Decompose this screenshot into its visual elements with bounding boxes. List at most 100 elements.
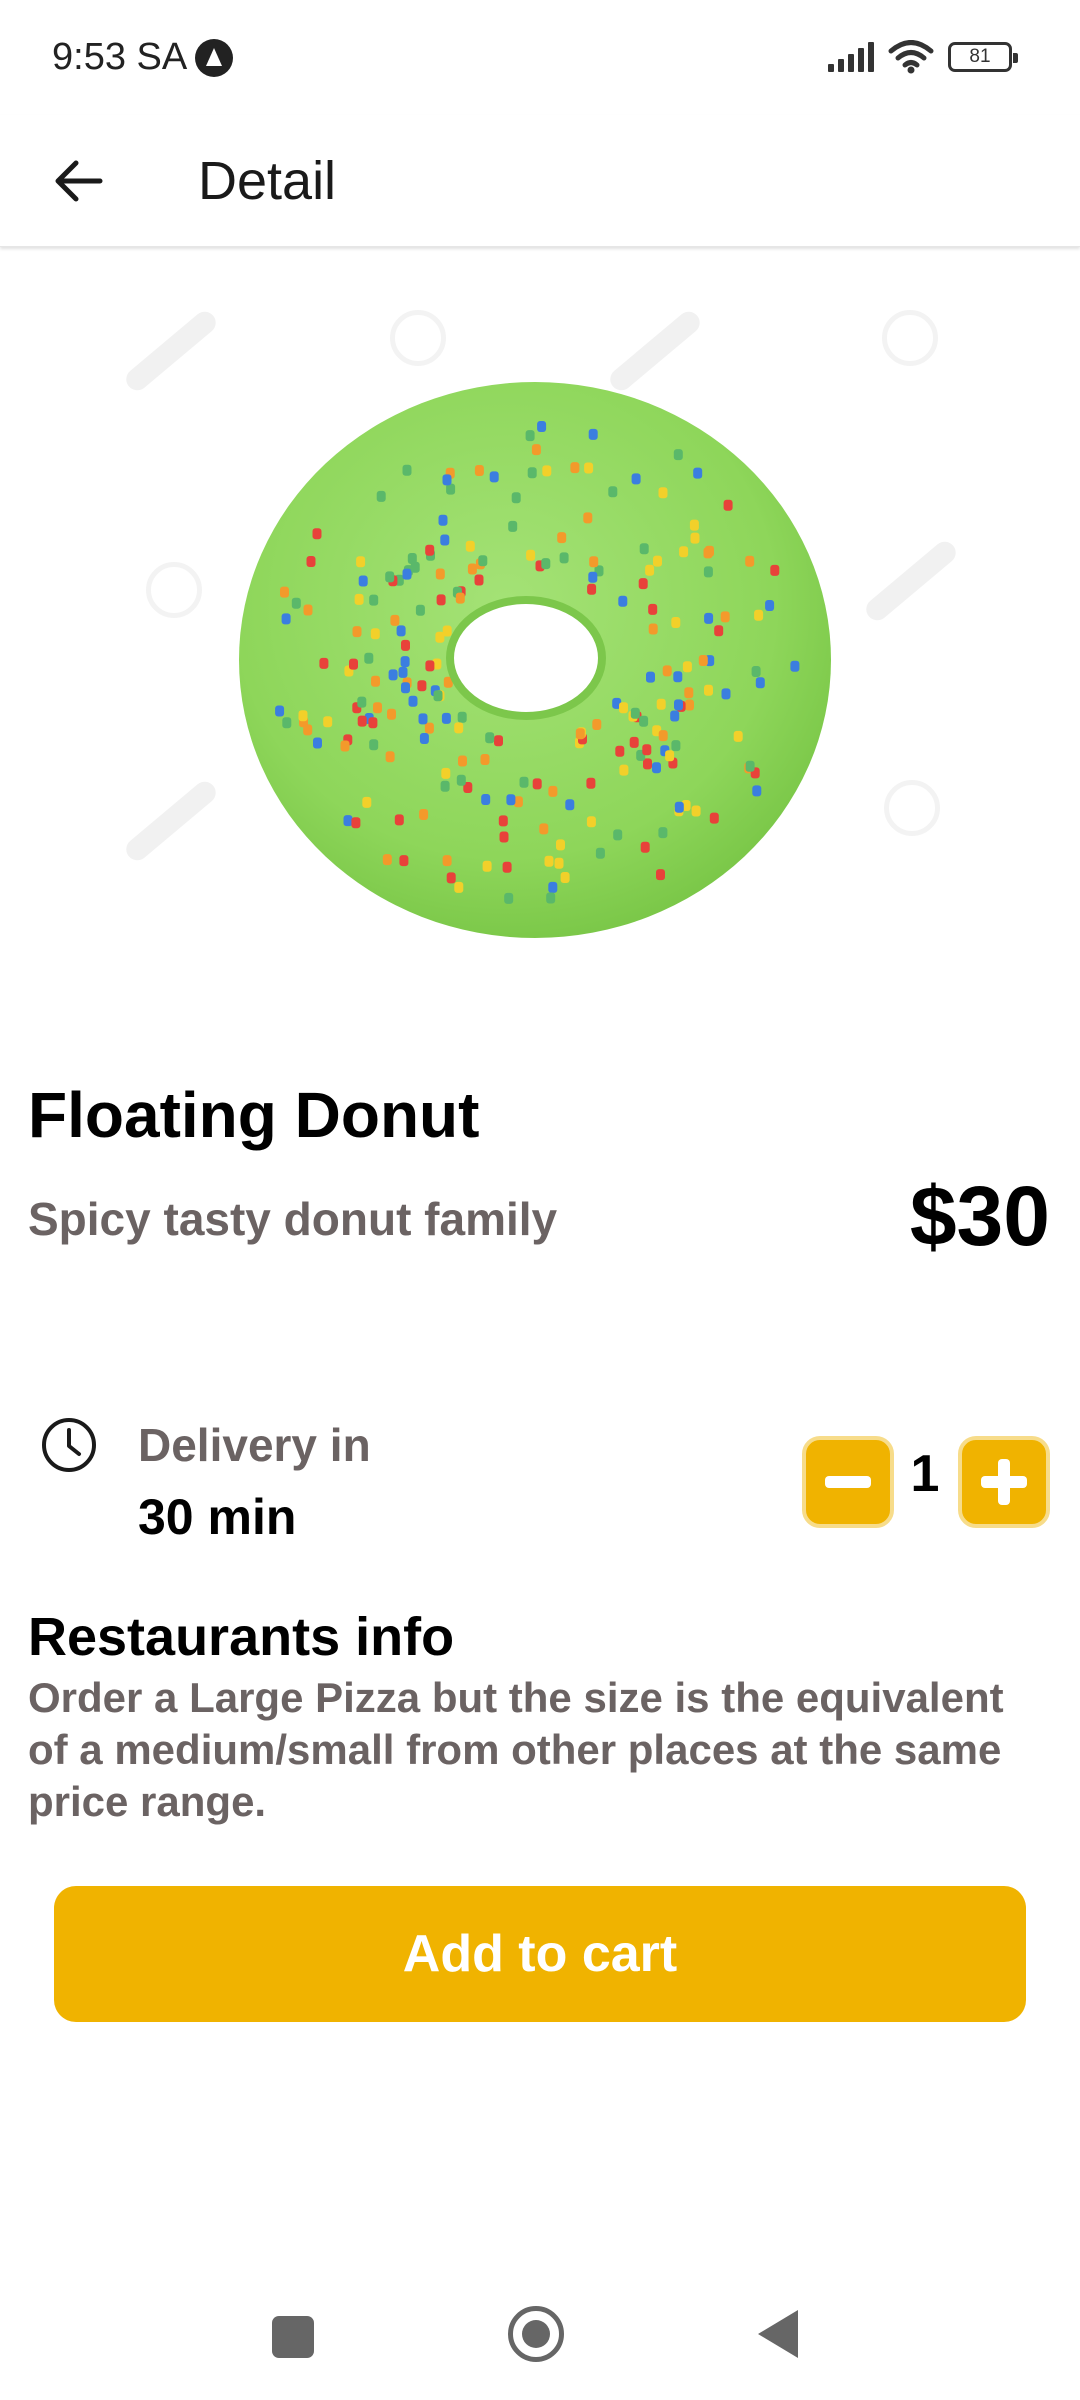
donut-sprinkle	[480, 754, 490, 765]
donut-sprinkle	[684, 687, 694, 699]
donut-sprinkle	[631, 473, 641, 485]
arrow-left-icon	[55, 160, 103, 202]
donut-sprinkle	[370, 628, 380, 640]
donut-sprinkle	[424, 722, 434, 734]
donut-sprinkle	[440, 780, 450, 792]
donut-sprinkle	[673, 671, 683, 683]
donut-sprinkle	[502, 861, 512, 873]
donut-sprinkle	[402, 568, 412, 580]
product-name: Floating Donut	[28, 1079, 480, 1151]
back-triangle-icon[interactable]	[758, 2310, 798, 2358]
donut-sprinkle	[613, 829, 623, 841]
battery-icon: 81	[948, 42, 1018, 72]
donut-sprinkle	[629, 736, 639, 748]
donut-sprinkle	[368, 717, 378, 729]
status-time: 9:53 SA	[52, 36, 234, 79]
donut-sprinkle	[489, 471, 499, 483]
donut-sprinkle	[407, 553, 417, 564]
donut-sprinkle	[670, 710, 680, 722]
donut-sprinkle	[369, 594, 379, 606]
donut-sprinkle	[709, 812, 719, 824]
donut-sprinkle	[354, 593, 364, 605]
donut-sprinkle	[382, 854, 392, 866]
donut-sprinkle	[674, 699, 683, 711]
donut-sprinkle	[371, 675, 380, 687]
donut-sprinkle	[357, 715, 367, 727]
minus-icon	[825, 1476, 871, 1488]
donut-sprinkle	[537, 421, 547, 432]
donut-sprinkle	[298, 710, 308, 722]
donut-sprinkle	[485, 732, 495, 744]
donut-sprinkle	[358, 575, 368, 587]
donut-sprinkle	[542, 465, 552, 477]
status-bar: 9:53 SA 81	[0, 0, 1080, 115]
back-button[interactable]	[40, 143, 116, 219]
home-icon[interactable]	[508, 2306, 564, 2362]
donut-sprinkle	[319, 657, 329, 669]
donut-sprinkle	[454, 881, 464, 893]
donut-sprinkle	[745, 760, 755, 772]
donut-sprinkle	[364, 652, 374, 664]
donut-sprinkle	[615, 745, 625, 757]
donut-sprinkle	[755, 677, 765, 689]
donut-sprinkle	[435, 568, 445, 580]
donut-sprinkle	[673, 449, 683, 461]
donut-sprinkle	[526, 549, 536, 561]
donut-sprinkle	[532, 778, 542, 790]
donut-sprinkle	[583, 512, 593, 524]
donut-sprinkle	[442, 474, 452, 486]
add-to-cart-button[interactable]: Add to cart	[54, 1886, 1026, 2022]
donut-sprinkle	[560, 872, 570, 883]
donut-sprinkle	[373, 702, 382, 714]
donut-sprinkle	[557, 532, 567, 544]
donut-sprinkle	[425, 660, 435, 672]
donut-sprinkle	[790, 660, 800, 672]
app-notification-icon	[195, 38, 234, 77]
donut-sprinkle	[630, 707, 640, 719]
recent-apps-icon[interactable]	[272, 2316, 314, 2358]
donut-sprinkle	[587, 583, 597, 595]
add-to-cart-label: Add to cart	[402, 1925, 678, 1983]
donut-sprinkle	[499, 831, 509, 843]
donut-sprinkle	[419, 733, 429, 744]
donut-sprinkle	[690, 532, 700, 544]
donut-sprinkle	[656, 869, 665, 881]
donut-sprinkle	[352, 626, 362, 638]
donut-sprinkle	[385, 751, 395, 763]
donut-sprinkle	[652, 762, 661, 774]
donut-sprinkle	[723, 499, 733, 511]
donut-sprinkle	[415, 604, 425, 616]
donut-sprinkle	[474, 574, 484, 586]
donut-sprinkle	[665, 750, 675, 762]
donut-sprinkle	[303, 604, 313, 616]
donut-sprinkle	[456, 774, 466, 786]
donut-sprinkle	[671, 617, 681, 628]
donut-sprinkle	[398, 666, 408, 678]
donut-sprinkle	[438, 514, 448, 526]
donut-sprinkle	[714, 625, 724, 637]
decrement-button[interactable]	[802, 1436, 894, 1528]
donut-sprinkle	[454, 722, 464, 734]
donut-sprinkle	[511, 492, 521, 504]
donut-sprinkle	[658, 487, 668, 499]
donut-sprinkle	[691, 805, 701, 817]
increment-button[interactable]	[958, 1436, 1050, 1528]
donut-sprinkle	[548, 785, 558, 797]
donut-sprinkle	[608, 486, 618, 498]
donut-sprinkle	[544, 855, 554, 867]
battery-level: 81	[969, 46, 991, 67]
donut-sprinkle	[588, 428, 598, 440]
donut-sprinkle	[646, 671, 655, 683]
donut-sprinkle	[306, 556, 316, 567]
donut-sprinkle	[595, 847, 605, 859]
donut-sprinkle	[527, 467, 537, 479]
donut-sprinkle	[525, 430, 535, 442]
product-price: $30	[909, 1169, 1050, 1263]
donut-sprinkle	[639, 543, 649, 555]
donut-sprinkle	[457, 711, 467, 723]
donut-sprinkle	[733, 730, 743, 742]
donut-sprinkle	[465, 540, 475, 552]
donut-sprinkle	[396, 625, 406, 637]
signal-icon	[828, 42, 874, 72]
donut-sprinkle	[704, 684, 713, 696]
